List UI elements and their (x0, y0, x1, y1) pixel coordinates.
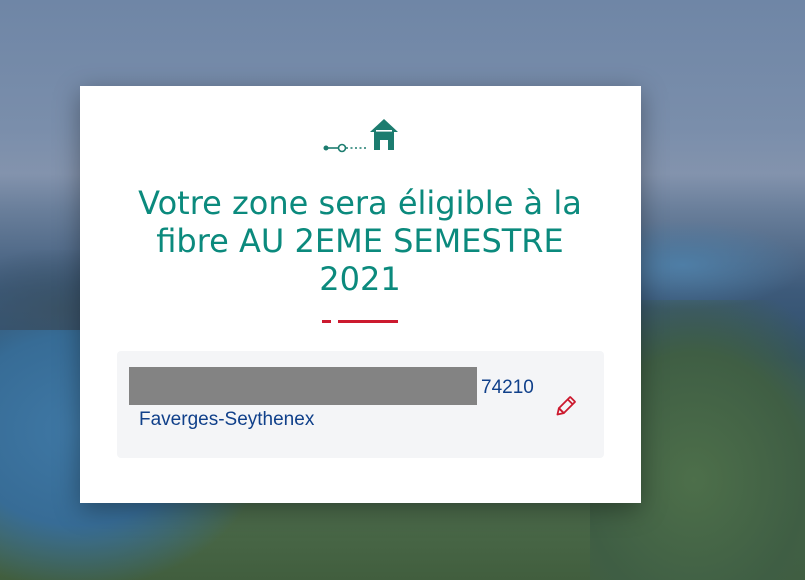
eligibility-title: Votre zone sera éligible à la fibre AU 2… (138, 184, 582, 298)
redacted-street-address (129, 367, 477, 405)
address-city: Faverges-Seythenex (139, 409, 315, 430)
progress-track (323, 143, 368, 153)
eligibility-progress (323, 119, 398, 153)
title-divider (322, 320, 400, 324)
divider-line (338, 320, 398, 323)
address-postcode: 74210 (481, 377, 534, 398)
pencil-icon (556, 396, 576, 416)
divider-dash (322, 320, 331, 323)
edit-address-button[interactable] (552, 390, 582, 420)
home-icon (370, 119, 398, 150)
